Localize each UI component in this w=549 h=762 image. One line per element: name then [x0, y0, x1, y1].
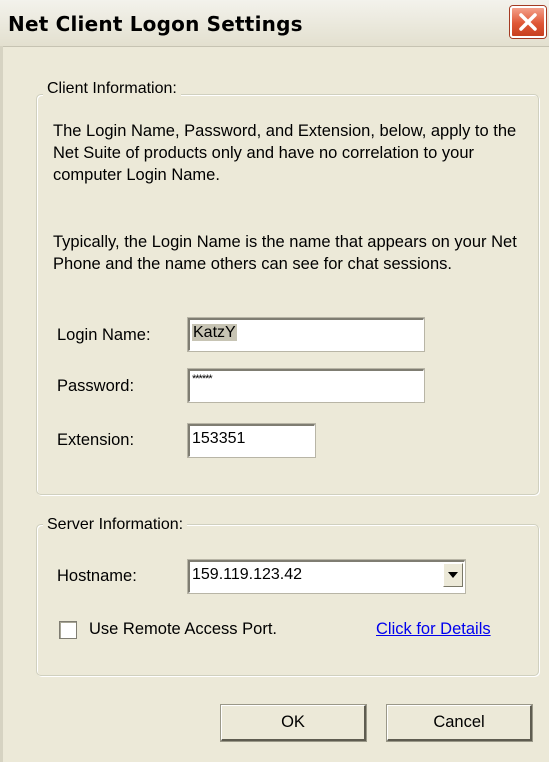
- close-icon: [519, 13, 537, 31]
- password-label: Password:: [57, 377, 135, 395]
- server-information-legend: Server Information:: [43, 516, 188, 534]
- client-information-legend: Client Information:: [43, 80, 181, 98]
- login-name-input[interactable]: KatzY: [188, 318, 424, 351]
- cancel-button[interactable]: Cancel: [387, 705, 532, 741]
- click-for-details-link[interactable]: Click for Details: [376, 620, 491, 639]
- hostname-value: 159.119.123.42: [192, 566, 303, 583]
- login-name-description: Typically, the Login Name is the name th…: [53, 233, 517, 273]
- server-information-group: [36, 524, 539, 676]
- ok-button[interactable]: OK: [221, 705, 366, 741]
- title-bar[interactable]: Net Client Logon Settings: [0, 0, 549, 47]
- chevron-down-icon: [448, 572, 458, 578]
- window-title: Net Client Logon Settings: [8, 12, 303, 36]
- hostname-select[interactable]: 159.119.123.42: [188, 560, 465, 593]
- extension-label: Extension:: [57, 431, 135, 449]
- client-info-description: The Login Name, Password, and Extension,…: [53, 122, 517, 184]
- remote-access-port-checkbox[interactable]: [59, 621, 77, 639]
- password-value: ******: [192, 373, 213, 385]
- hostname-dropdown-button[interactable]: [443, 563, 463, 587]
- extension-input[interactable]: 153351: [188, 424, 315, 457]
- password-input[interactable]: ******: [188, 369, 424, 402]
- login-name-label: Login Name:: [57, 326, 151, 344]
- login-name-value: KatzY: [192, 324, 237, 341]
- remote-access-port-label[interactable]: Use Remote Access Port.: [89, 620, 277, 639]
- extension-value: 153351: [192, 430, 246, 447]
- close-button[interactable]: [510, 6, 546, 38]
- window-border: [0, 46, 3, 762]
- hostname-label: Hostname:: [57, 567, 137, 585]
